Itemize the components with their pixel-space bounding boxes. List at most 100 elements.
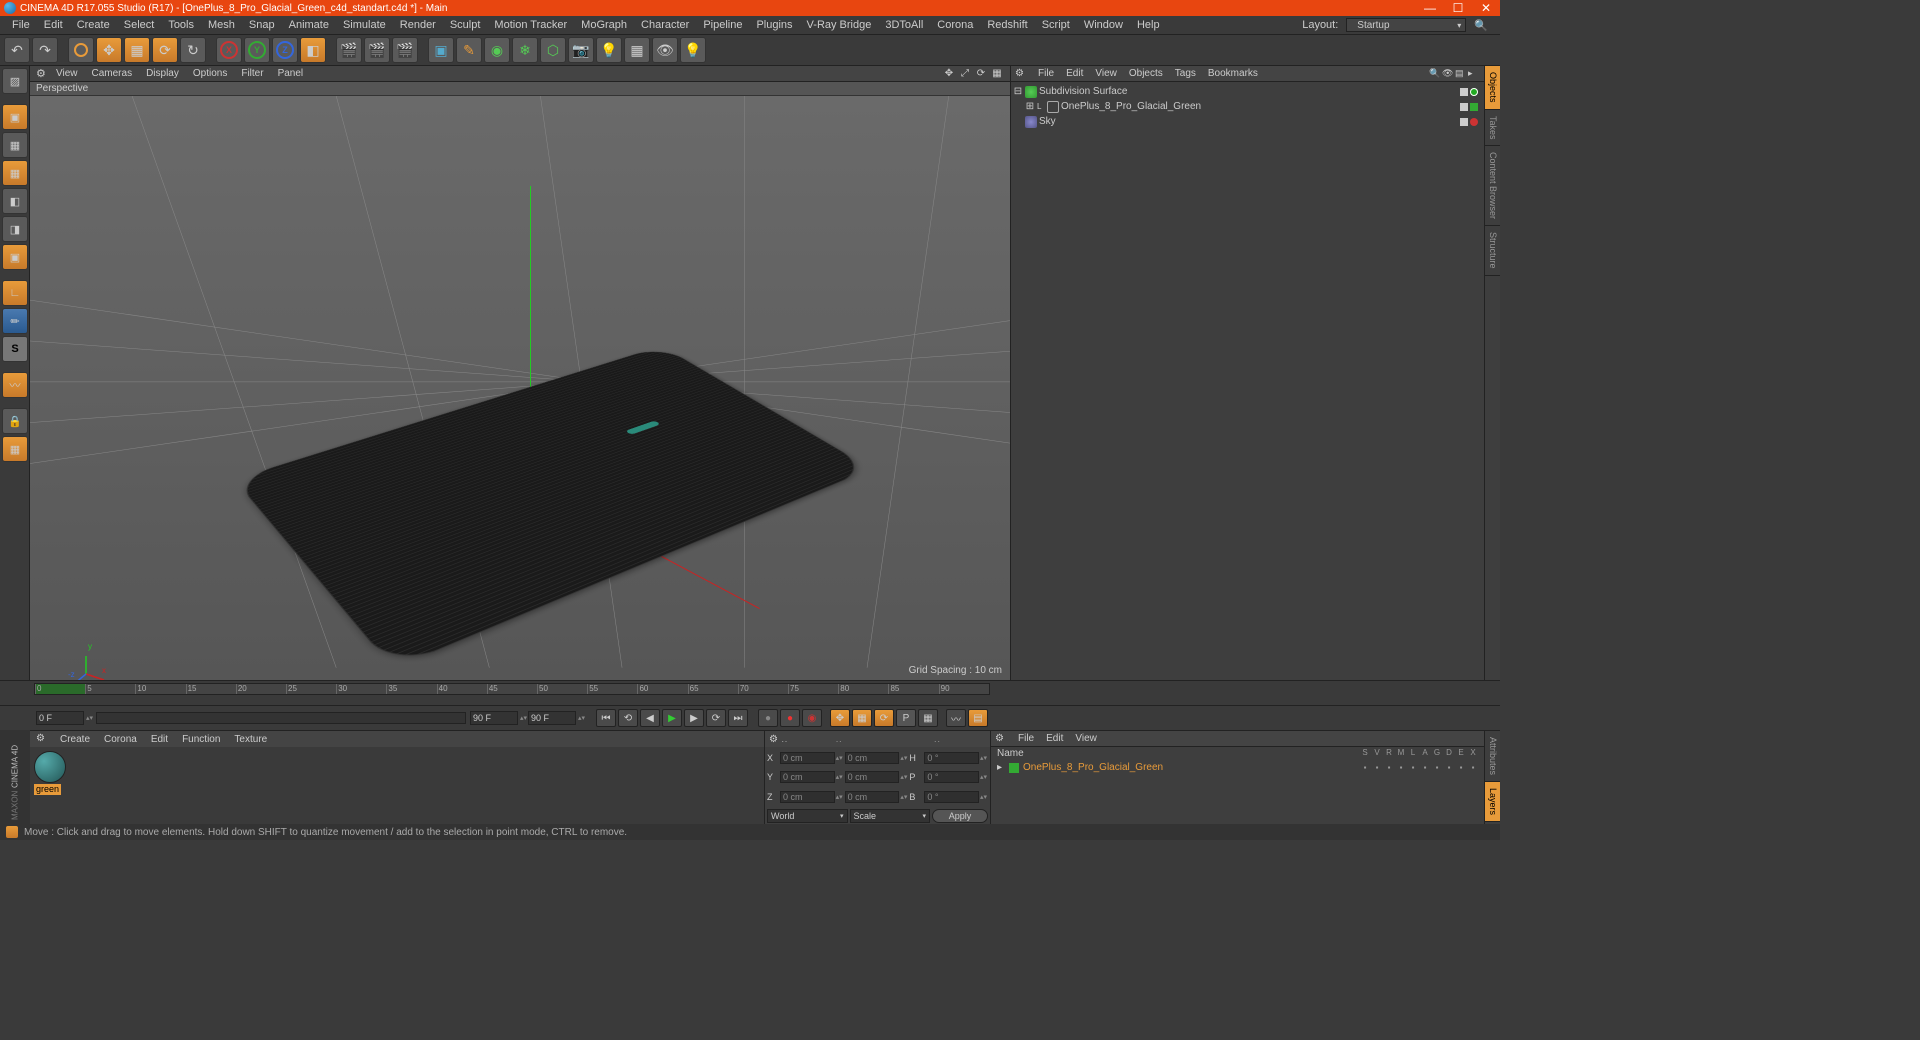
vp-menu-cameras[interactable]: Cameras [86,68,139,79]
axis-button[interactable]: ∟ [2,280,28,306]
tree-row-subdivision[interactable]: ⊟ Subdivision Surface [1013,84,1482,99]
search-icon[interactable]: 🔍 [1468,18,1494,33]
menu-window[interactable]: Window [1078,18,1129,32]
move-tool[interactable]: ✥ [96,37,122,63]
timeline-tick[interactable]: 0 [35,684,85,694]
menu-vray[interactable]: V-Ray Bridge [801,18,878,32]
menu-3dtoall[interactable]: 3DToAll [879,18,929,32]
key-rot-button[interactable]: ⟳ [874,709,894,727]
fold-icon[interactable]: ▸ [1468,68,1480,80]
apply-button[interactable]: Apply [932,809,988,823]
snap-button[interactable]: S [2,336,28,362]
layer-toggle[interactable]: ▪ [1456,763,1466,772]
timeline-tick[interactable]: 80 [838,684,888,694]
environment-button[interactable]: ⬡ [540,37,566,63]
vp-nav-move-icon[interactable]: ✥ [942,67,956,81]
menu-tools[interactable]: Tools [162,18,200,32]
fcurve-button[interactable]: 〰 [946,709,966,727]
render-dot[interactable] [1470,118,1478,126]
workplane-button[interactable]: ▦ [2,160,28,186]
coord-space-dropdown[interactable]: World [767,809,848,823]
rot-input[interactable] [924,771,979,783]
play-button[interactable]: ▶ [662,709,682,727]
record-button[interactable]: ● [758,709,778,727]
vp-menu-panel[interactable]: Panel [272,68,310,79]
vp-menu-options[interactable]: Options [187,68,233,79]
key-pla-button[interactable]: ▦ [918,709,938,727]
vp-nav-toggle-icon[interactable]: ▦ [990,67,1004,81]
polygon-mode-button[interactable]: ▣ [2,244,28,270]
layer-dot[interactable] [1470,103,1478,111]
vp-menu-display[interactable]: Display [140,68,185,79]
scale-tool[interactable]: ▦ [124,37,150,63]
minimize-button[interactable]: — [1420,1,1440,15]
menu-sculpt[interactable]: Sculpt [444,18,487,32]
frame-start-input[interactable] [36,711,84,725]
timeline-tick[interactable]: 90 [939,684,989,694]
mat-menu-edit[interactable]: Edit [145,734,174,745]
menu-mograph[interactable]: MoGraph [575,18,633,32]
point-mode-button[interactable]: ◧ [2,188,28,214]
timeline-tick[interactable]: 60 [637,684,687,694]
mat-menu-create[interactable]: Create [54,734,96,745]
generator-button[interactable]: ◉ [484,37,510,63]
menu-pipeline[interactable]: Pipeline [697,18,748,32]
goto-key-next-button[interactable]: ⟳ [706,709,726,727]
visibility-dot[interactable] [1460,88,1468,96]
lock-z-button[interactable]: Z [272,37,298,63]
rotate-tool[interactable]: ⟳ [152,37,178,63]
timeline-tick[interactable]: 65 [688,684,738,694]
key-param-button[interactable]: P [896,709,916,727]
menu-create[interactable]: Create [71,18,116,32]
tag-button[interactable]: 💡 [680,37,706,63]
expand-icon[interactable]: ⊟ [1013,86,1023,97]
menu-corona[interactable]: Corona [931,18,979,32]
undo-button[interactable]: ↶ [4,37,30,63]
menu-motion[interactable]: Motion Tracker [488,18,573,32]
layer-toggle[interactable]: ▪ [1420,763,1430,772]
layer-toggle[interactable]: ▪ [1384,763,1394,772]
keyframe-sel-button[interactable]: ◉ [802,709,822,727]
gear-icon[interactable]: ⚙ [36,67,48,80]
size-input[interactable] [845,791,900,803]
menu-simulate[interactable]: Simulate [337,18,392,32]
size-input[interactable] [845,771,900,783]
mat-menu-function[interactable]: Function [176,734,226,745]
render-region-button[interactable]: 🎬 [364,37,390,63]
scene-button[interactable]: 👁 [652,37,678,63]
gear-icon[interactable]: ⚙ [769,734,781,745]
menu-redshift[interactable]: Redshift [981,18,1033,32]
vp-nav-rotate-icon[interactable]: ⟳ [974,67,988,81]
spinner-icon[interactable]: ▴▾ [980,773,988,781]
search-icon[interactable]: 🔍 [1429,68,1441,80]
soft-select-button[interactable]: 〰 [2,372,28,398]
floor-button[interactable]: ▦ [624,37,650,63]
material-name[interactable]: green [34,784,61,795]
goto-start-button[interactable]: ⏮ [596,709,616,727]
spinner-icon[interactable]: ▴▾ [980,754,988,762]
close-button[interactable]: ✕ [1476,1,1496,15]
edge-mode-button[interactable]: ◨ [2,216,28,242]
menu-animate[interactable]: Animate [283,18,335,32]
tab-takes[interactable]: Takes [1485,110,1500,147]
menu-character[interactable]: Character [635,18,695,32]
timeline-tick[interactable]: 45 [487,684,537,694]
coord-scale-dropdown[interactable]: Scale [850,809,931,823]
tab-objects[interactable]: Objects [1485,66,1500,110]
spinner-icon[interactable]: ▴▾ [980,793,988,801]
timeline-tick[interactable]: 5 [85,684,135,694]
om-menu-file[interactable]: File [1033,68,1059,79]
gear-icon[interactable]: ⚙ [995,733,1007,745]
spinner-icon[interactable]: ▴▾ [836,793,844,801]
timeline-tick[interactable]: 85 [888,684,938,694]
timeline-tick[interactable]: 50 [537,684,587,694]
render-view-button[interactable]: 🎬 [336,37,362,63]
timeline-tick[interactable]: 35 [386,684,436,694]
gear-icon[interactable]: ⚙ [36,733,48,745]
attr-menu-file[interactable]: File [1013,733,1039,744]
recent-tool[interactable]: ↻ [180,37,206,63]
eye-icon[interactable]: 👁 [1442,68,1454,80]
pos-input[interactable] [780,771,835,783]
vp-menu-filter[interactable]: Filter [235,68,269,79]
timeline-ruler[interactable]: 051015202530354045505560657075808590 [0,680,1500,706]
